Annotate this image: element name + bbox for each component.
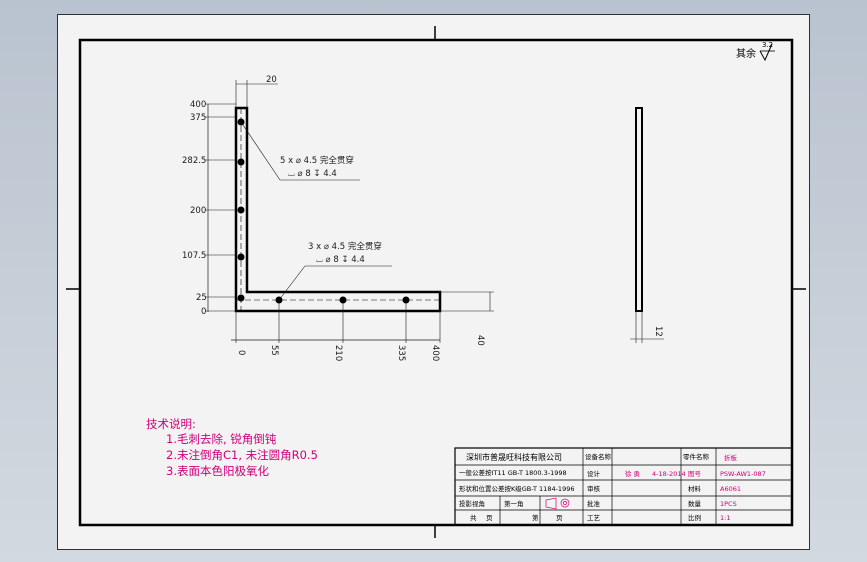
scale-label: 比例 — [688, 513, 701, 522]
surface-finish-label: 其余 — [736, 47, 756, 60]
material-value: A6061 — [720, 485, 741, 493]
x-tick-label: 0 — [236, 350, 246, 355]
sheets-label: 页 — [486, 514, 493, 522]
technical-notes: 技术说明: 1.毛刺去除, 锐角倒钝 2.未注倒角C1, 未注圆角R0.5 3.… — [146, 417, 318, 478]
design-date: 4-18-2014 — [652, 470, 686, 478]
scale-value: 1:1 — [720, 514, 730, 522]
hole-marker — [237, 158, 245, 166]
y-tick-label: 107.5 — [182, 251, 206, 261]
note-item: 2.未注倒角C1, 未注圆角R0.5 — [166, 448, 318, 462]
bracket-outline — [234, 106, 442, 313]
note-item: 3.表面本色阳极氧化 — [166, 464, 269, 478]
projection-symbol-icon — [545, 497, 570, 510]
approve-label: 批准 — [587, 499, 601, 508]
callout-line2: ⌴ ⌀ 8 ↧ 4.4 — [288, 169, 337, 179]
sheet-label: 第 — [532, 513, 539, 522]
title-block: 深圳市普晟旺科技有限公司 一般公差按IT11 GB-T 1800.3-1998 … — [454, 447, 793, 526]
y-tick-label: 375 — [190, 113, 206, 123]
vertical-dimensions: 400 375 282.5 200 107.5 25 0 — [182, 100, 236, 317]
x-tick-label: 400 — [430, 345, 440, 361]
page-label: 页 — [556, 514, 563, 522]
leg-height-label: 40 — [475, 335, 485, 346]
quantity-label: 数量 — [688, 499, 702, 508]
material-label: 材料 — [688, 484, 702, 493]
part-name-label: 零件名称 — [683, 452, 710, 461]
projection-label: 投影视角 — [459, 499, 485, 508]
note-item: 1.毛刺去除, 锐角倒钝 — [166, 432, 277, 446]
process-label: 工艺 — [587, 514, 601, 522]
design-label: 设计 — [587, 469, 601, 478]
company-name: 深圳市普晟旺科技有限公司 — [466, 452, 562, 462]
horizontal-dimensions: 0 55 210 335 400 40 20 — [231, 75, 494, 361]
callout-line1: 3 x ⌀ 4.5 完全贯穿 — [308, 241, 382, 252]
top-width-label: 20 — [266, 75, 277, 85]
hole-marker — [237, 294, 245, 302]
notes-title: 技术说明: — [146, 417, 196, 431]
side-view-outline — [635, 107, 643, 312]
quantity-value: 1PCS — [720, 500, 737, 508]
thickness-label: 12 — [653, 326, 663, 337]
y-tick-label: 0 — [201, 307, 206, 317]
callout-line1: 5 x ⌀ 4.5 完全贯穿 — [280, 155, 354, 166]
hole-callout-vertical: 5 x ⌀ 4.5 完全贯穿 ⌴ ⌀ 8 ↧ 4.4 — [240, 121, 360, 181]
hole-marker — [402, 296, 410, 304]
y-tick-label: 200 — [190, 206, 206, 216]
first-angle-label: 第一角 — [504, 499, 524, 508]
hole-marker — [237, 253, 245, 261]
drawing-no-value: PSW-AW1-087 — [720, 470, 766, 478]
designer-name: 徐 勇 — [625, 469, 640, 478]
general-tolerance: 一般公差按IT11 GB-T 1800.3-1998 — [459, 468, 567, 477]
total-label: 共 — [470, 513, 477, 522]
hole-marker — [237, 206, 245, 214]
x-tick-label: 210 — [333, 345, 343, 361]
surface-finish-symbol: 其余 3.2 — [736, 41, 775, 62]
geometric-tolerance: 形状和位置公差按K级GB-T 1184-1996 — [459, 484, 574, 493]
y-tick-label: 25 — [196, 293, 207, 303]
x-tick-label: 335 — [396, 345, 406, 361]
callout-line2: ⌴ ⌀ 8 ↧ 4.4 — [316, 255, 365, 265]
drawing-no-label: 图号 — [688, 470, 702, 478]
side-view: 12 — [630, 107, 664, 343]
y-tick-label: 400 — [190, 100, 206, 110]
technical-drawing: 其余 3.2 400 375 282.5 200 107.5 25 0 0 55… — [66, 26, 806, 538]
hole-marker — [339, 296, 347, 304]
x-tick-label: 55 — [269, 345, 279, 356]
check-label: 审核 — [587, 484, 601, 493]
y-tick-label: 282.5 — [182, 156, 206, 166]
device-name-label: 设备名称 — [585, 452, 612, 461]
part-name-value: 折板 — [724, 453, 738, 462]
l-bracket-front-view — [234, 106, 442, 313]
surface-finish-value: 3.2 — [762, 41, 773, 49]
